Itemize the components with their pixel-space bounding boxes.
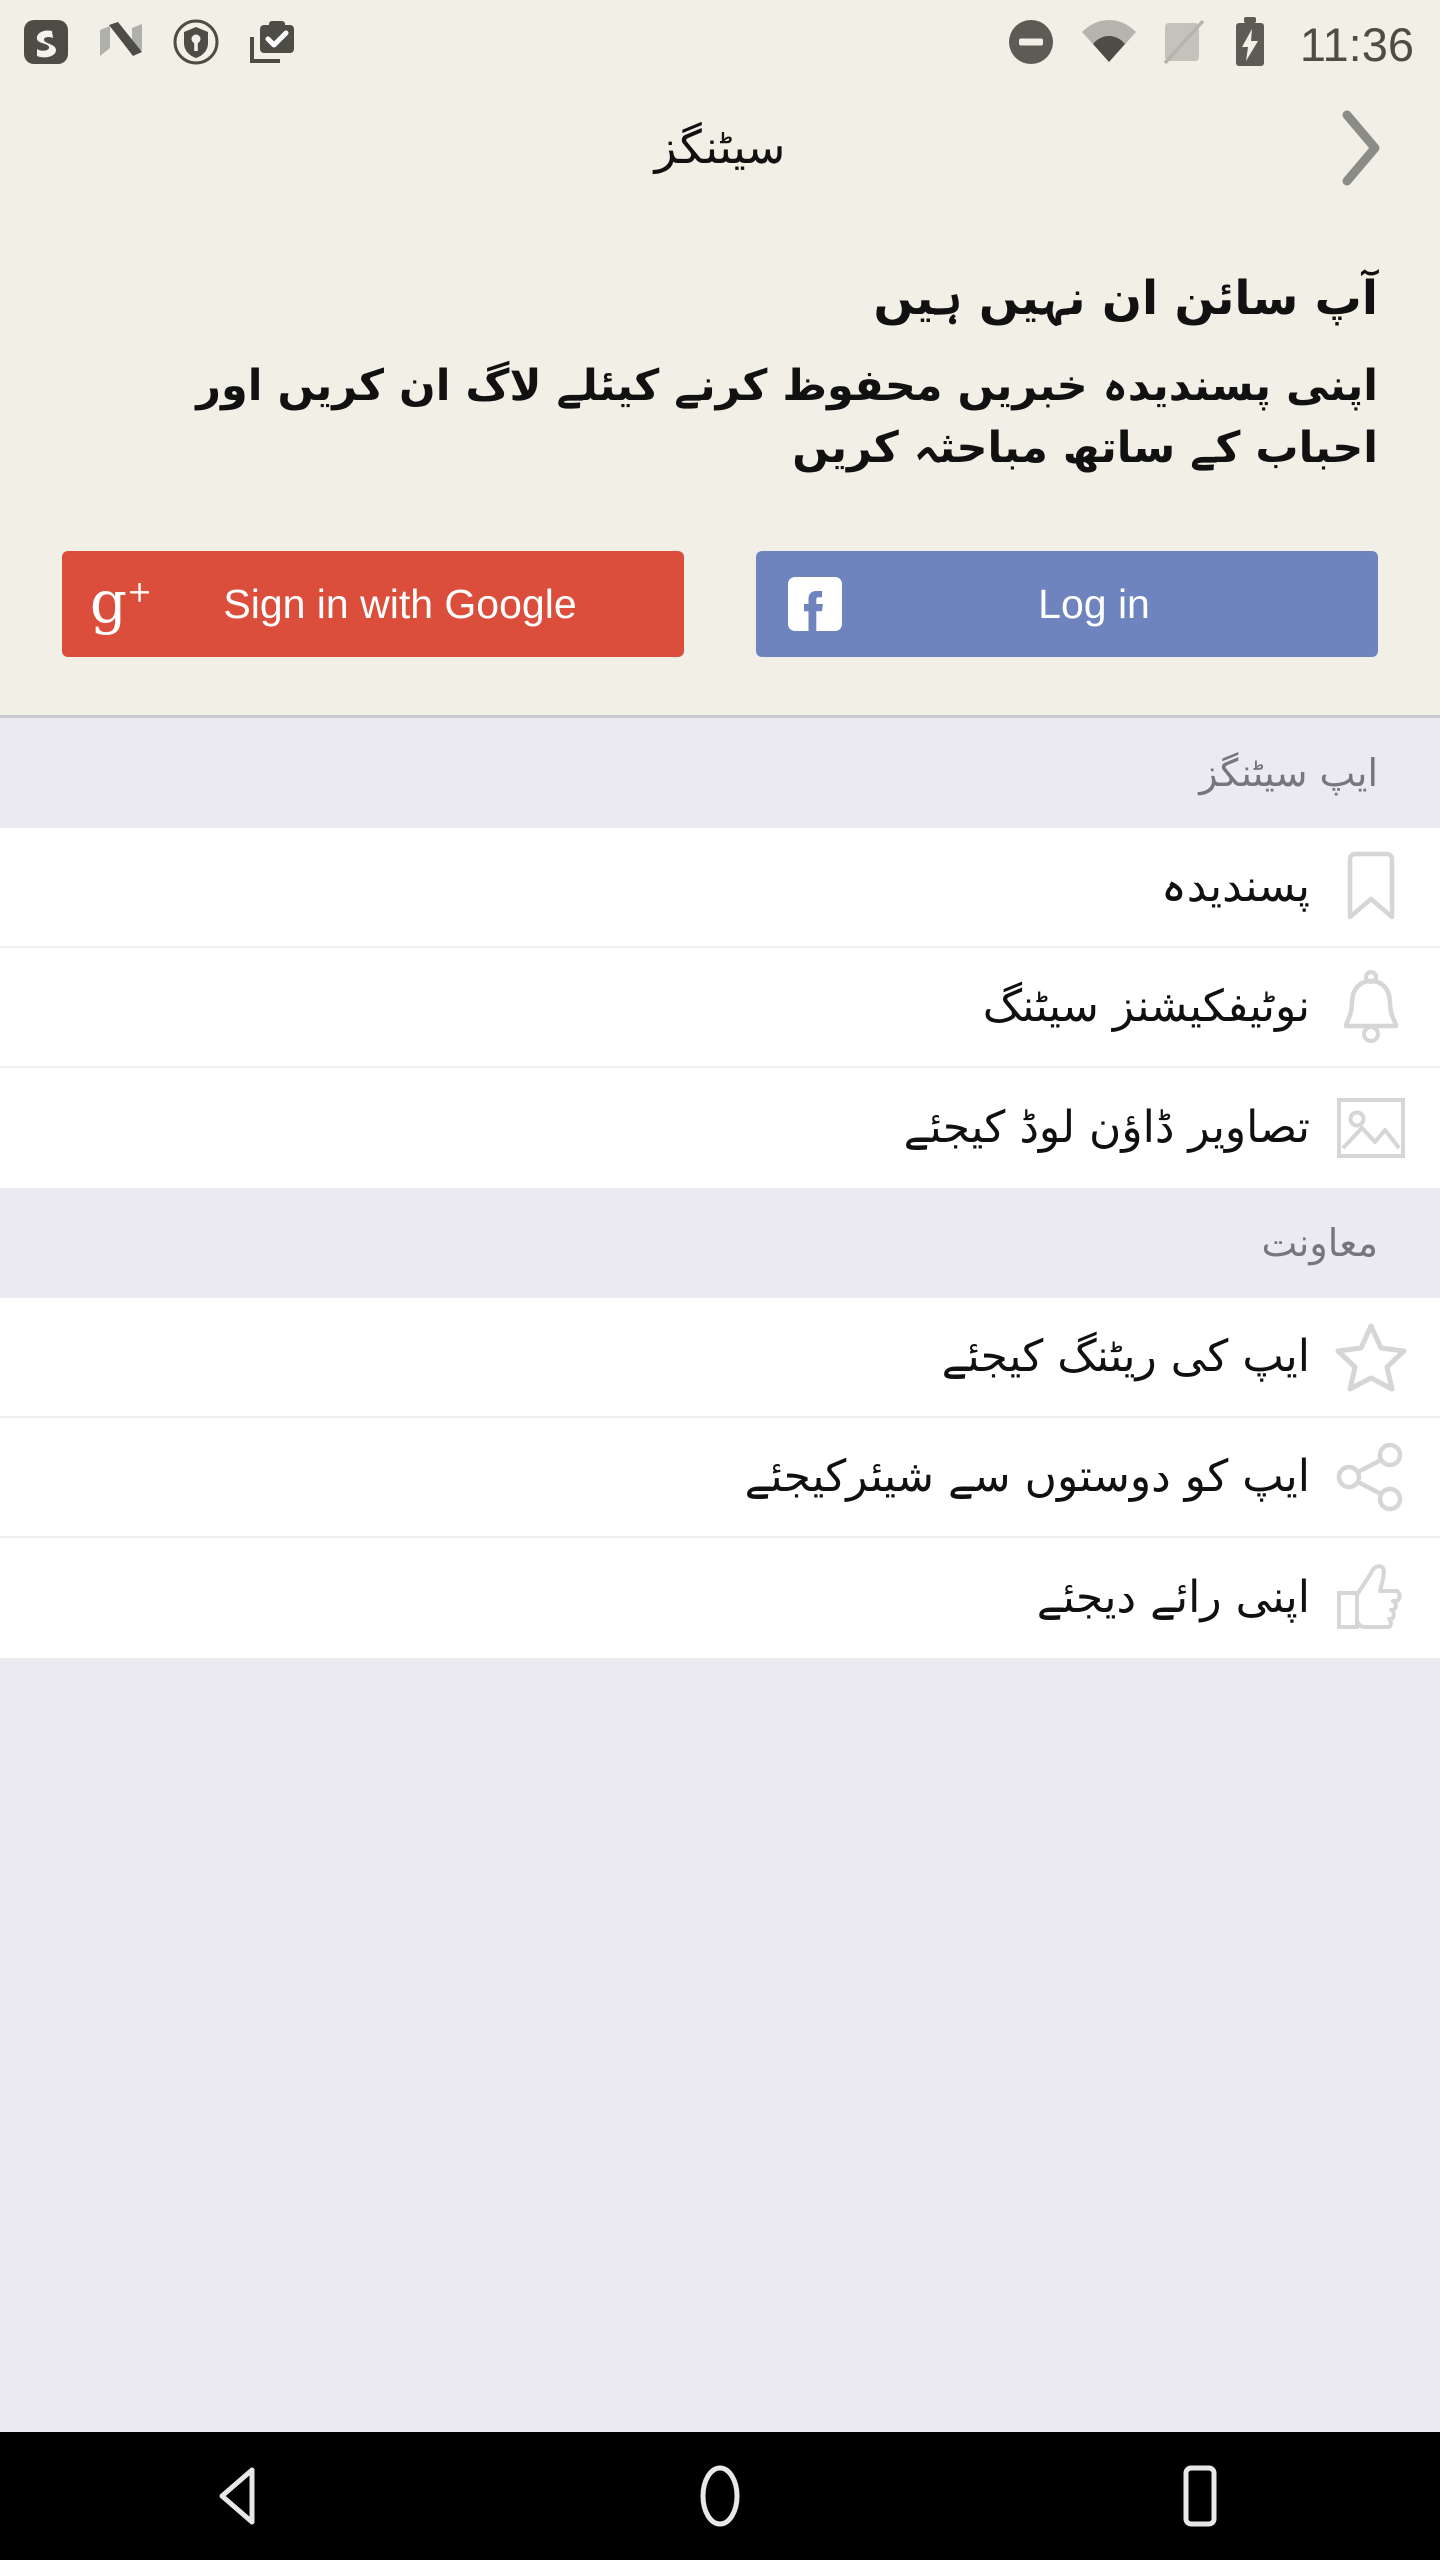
battery-charging-icon (1230, 16, 1270, 73)
google-plus-icon: g+ (89, 567, 153, 636)
app-badge-icon (22, 18, 70, 71)
list-item-favorites[interactable]: پسندیدہ (0, 828, 1440, 949)
list-item-share-app-label: ایپ کو دوستوں سے شیئرکیجئے (744, 1451, 1310, 1503)
list-item-rate-app-label: ایپ کی ریٹنگ کیجئے (941, 1331, 1310, 1383)
cellular-signal-off-icon (1162, 17, 1206, 72)
android-navigation-bar (0, 2432, 1440, 2560)
google-signin-button[interactable]: g+ Sign in with Google (62, 551, 684, 658)
page-title: سیٹنگز (654, 120, 786, 175)
list-item-give-feedback-label: اپنی رائے دیجئے (1036, 1572, 1310, 1624)
facebook-login-label: Log in (1038, 580, 1150, 627)
list-item-notifications-settings[interactable]: نوٹیفکیشنز سیٹنگ (0, 948, 1440, 1069)
bookmark-icon (1328, 844, 1414, 930)
list-item-rate-app[interactable]: ایپ کی ریٹنگ کیجئے (0, 1298, 1440, 1419)
app-settings-list: پسندیدہ نوٹیفکیشنز سیٹنگ تصاویر ڈاؤن لوڈ… (0, 828, 1440, 1189)
auth-button-row: g+ Sign in with Google Log in (62, 551, 1378, 658)
list-item-download-images[interactable]: تصاویر ڈاؤن لوڈ کیجئے (0, 1068, 1440, 1189)
signin-title: آپ سائن ان نہیں ہیں (873, 271, 1378, 326)
signin-panel: آپ سائن ان نہیں ہیں اپنی پسندیدہ خبریں م… (0, 208, 1440, 719)
thumbs-up-icon (1328, 1555, 1414, 1641)
chevron-right-icon[interactable] (1316, 103, 1406, 193)
google-signin-label: Sign in with Google (223, 580, 577, 627)
list-item-download-images-label: تصاویر ڈاؤن لوڈ کیجئے (903, 1102, 1310, 1154)
status-bar: 11:36 (0, 0, 1440, 88)
image-placeholder-icon (1328, 1085, 1414, 1171)
phone-screen: 11:36 سیٹنگز آپ سائن ان نہیں ہیں اپنی پس… (0, 0, 1440, 2560)
section-header-support: معاونت (0, 1188, 1440, 1299)
list-item-share-app[interactable]: ایپ کو دوستوں سے شیئرکیجئے (0, 1418, 1440, 1539)
app-bar: سیٹنگز (0, 88, 1440, 208)
share-icon (1328, 1434, 1414, 1520)
support-list: ایپ کی ریٹنگ کیجئے ایپ کو دوستوں سے شیئر… (0, 1298, 1440, 1659)
work-profile-briefcase-icon (246, 17, 298, 72)
status-bar-clock: 11:36 (1299, 17, 1414, 71)
recents-square-icon[interactable] (1125, 2432, 1275, 2560)
facebook-login-button[interactable]: Log in (756, 551, 1378, 658)
wifi-icon (1080, 18, 1138, 71)
star-outline-icon (1328, 1314, 1414, 1400)
list-item-favorites-label: پسندیدہ (1161, 861, 1310, 913)
shield-key-icon (172, 18, 220, 71)
signin-subtitle: اپنی پسندیدہ خبریں محفوظ کرنے کیئلے لاگ … (196, 360, 1378, 474)
list-item-give-feedback[interactable]: اپنی رائے دیجئے (0, 1538, 1440, 1659)
page-filler (0, 1754, 1440, 2432)
bell-icon (1328, 964, 1414, 1050)
do-not-disturb-icon (1006, 17, 1056, 72)
list-item-notifications-settings-label: نوٹیفکیشنز سیٹنگ (982, 981, 1310, 1033)
status-bar-notifications (22, 17, 298, 72)
section-header-partial (0, 1658, 1440, 1755)
facebook-icon (782, 571, 848, 637)
status-bar-system-icons: 11:36 (1006, 16, 1414, 73)
home-circle-icon[interactable] (645, 2432, 795, 2560)
section-header-support-label: معاونت (1261, 1220, 1378, 1265)
back-triangle-icon[interactable] (165, 2432, 315, 2560)
android-nougat-icon (96, 18, 146, 71)
section-header-app-settings: ایپ سیٹنگز (0, 718, 1440, 829)
section-header-app-settings-label: ایپ سیٹنگز (1199, 750, 1378, 795)
